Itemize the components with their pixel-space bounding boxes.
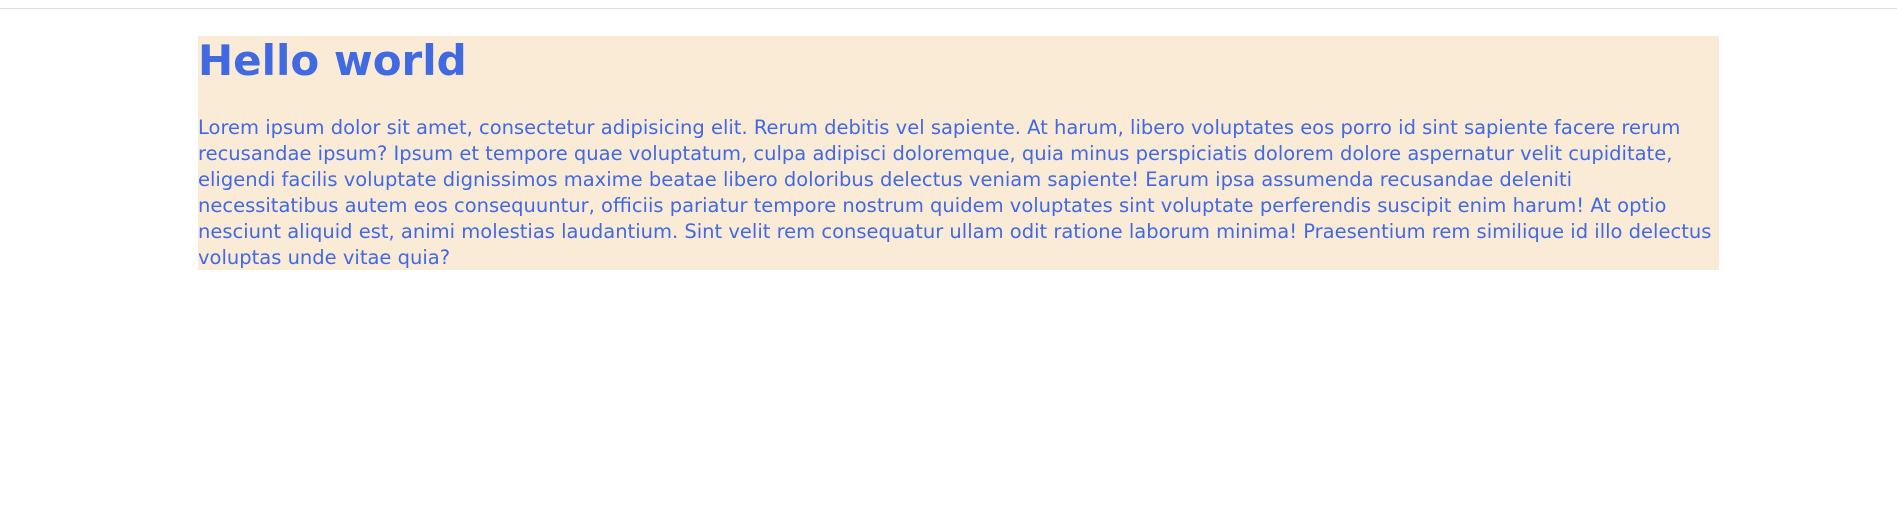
body-paragraph: Lorem ipsum dolor sit amet, consectetur … — [198, 116, 1712, 269]
content-box: Hello world Lorem ipsum dolor sit amet, … — [198, 36, 1719, 270]
page-heading: Hello world — [198, 36, 467, 85]
top-divider — [0, 8, 1897, 9]
